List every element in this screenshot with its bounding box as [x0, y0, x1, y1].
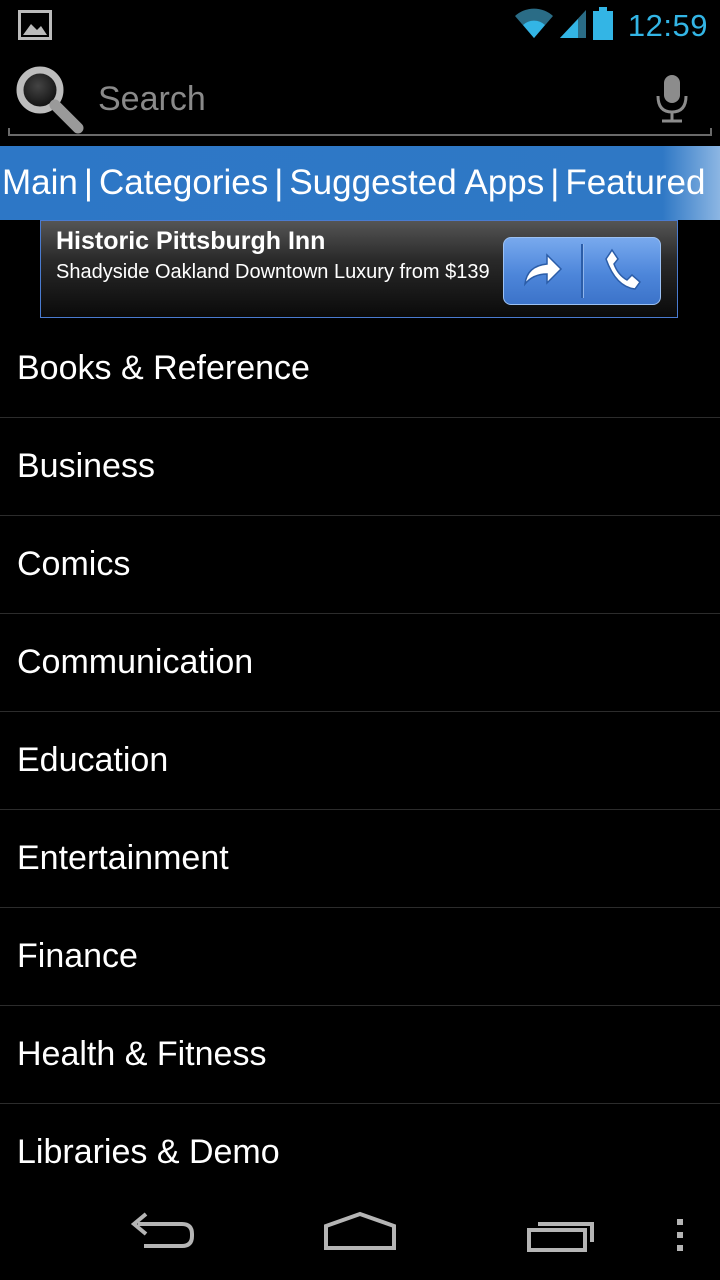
status-icons: 12:59	[514, 4, 708, 48]
tab-main[interactable]: Main	[0, 163, 80, 203]
recent-apps-icon[interactable]	[526, 1210, 598, 1265]
category-item-health-fitness[interactable]: Health & Fitness	[0, 1006, 720, 1104]
tab-bar: Main | Categories | Suggested Apps | Fea…	[0, 146, 720, 220]
ad-directions-button[interactable]	[504, 238, 581, 304]
tab-suggested-apps[interactable]: Suggested Apps	[287, 163, 546, 203]
back-icon[interactable]	[124, 1210, 196, 1265]
clock: 12:59	[627, 8, 708, 43]
ad-action-buttons	[503, 237, 661, 305]
arrow-forward-icon	[521, 250, 563, 293]
phone-icon	[602, 247, 642, 296]
cell-signal-icon	[558, 8, 588, 45]
category-item-education[interactable]: Education	[0, 712, 720, 810]
overflow-menu-icon[interactable]	[674, 1218, 686, 1257]
ad-call-button[interactable]	[584, 238, 661, 304]
status-bar: 12:59	[0, 0, 720, 50]
search-underline	[8, 128, 712, 136]
search-icon[interactable]	[10, 60, 86, 136]
image-icon	[18, 10, 52, 40]
category-item-comics[interactable]: Comics	[0, 516, 720, 614]
ad-title: Historic Pittsburgh Inn	[56, 227, 326, 255]
category-item-finance[interactable]: Finance	[0, 908, 720, 1006]
category-item-libraries-demo[interactable]: Libraries & Demo	[0, 1104, 720, 1201]
navigation-bar	[0, 1192, 720, 1280]
ad-banner[interactable]: Historic Pittsburgh Inn Shadyside Oaklan…	[40, 220, 678, 318]
tab-separator: |	[83, 163, 93, 202]
category-item-books-reference[interactable]: Books & Reference	[0, 320, 720, 418]
tab-separator: |	[550, 163, 560, 202]
tab-categories[interactable]: Categories	[97, 163, 270, 203]
search-bar	[0, 54, 720, 142]
search-input[interactable]	[96, 74, 640, 124]
battery-icon	[592, 6, 614, 46]
ad-text: Shadyside Oakland Downtown Luxury from $…	[56, 261, 490, 283]
category-item-communication[interactable]: Communication	[0, 614, 720, 712]
tab-featured[interactable]: Featured	[563, 163, 707, 203]
tab-separator: |	[274, 163, 284, 202]
home-icon[interactable]	[322, 1210, 398, 1265]
category-item-business[interactable]: Business	[0, 418, 720, 516]
category-item-entertainment[interactable]: Entertainment	[0, 810, 720, 908]
category-list: Books & Reference Business Comics Commun…	[0, 320, 720, 1201]
microphone-icon[interactable]	[654, 74, 690, 124]
wifi-icon	[514, 8, 554, 45]
